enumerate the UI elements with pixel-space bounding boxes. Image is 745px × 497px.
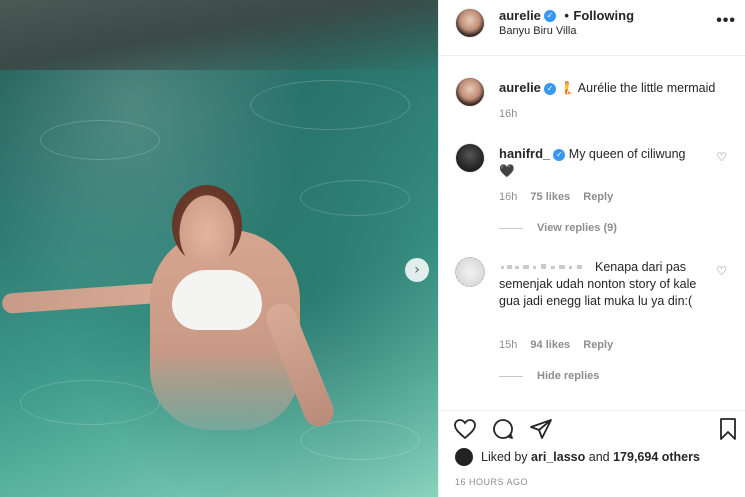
commenter-avatar-blurred[interactable]	[455, 257, 485, 287]
pool-edge	[0, 0, 438, 70]
reply-button[interactable]: Reply	[583, 339, 613, 351]
liked-by-row: Liked by ari_lasso and 179,694 others	[481, 450, 700, 464]
replies-divider	[499, 227, 523, 229]
header-title-row: aurelie ✓ • Following	[499, 7, 634, 25]
liked-by-prefix: Liked by	[481, 450, 528, 464]
verified-badge-icon: ✓	[553, 148, 566, 161]
comment-like-heart-icon[interactable]: ♡	[716, 264, 727, 278]
caption-author-avatar[interactable]	[455, 77, 485, 107]
chevron-right-icon[interactable]: ›	[405, 258, 429, 282]
post-photo[interactable]: ›	[0, 0, 438, 497]
reply-button[interactable]: Reply	[583, 191, 613, 203]
water-ripple	[250, 80, 410, 130]
water-ripple	[40, 120, 160, 160]
black-heart-emoji: 🖤	[499, 164, 515, 178]
more-options-icon[interactable]: •••	[716, 12, 736, 30]
water-ripple	[300, 180, 410, 216]
caption-timestamp: 16h	[499, 108, 518, 120]
follow-dot: •	[564, 8, 569, 23]
author-username[interactable]: aurelie	[499, 8, 541, 23]
likes-count[interactable]: 179,694 others	[613, 450, 700, 464]
person-arm-left	[1, 282, 173, 314]
caption-username[interactable]: aurelie	[499, 80, 541, 95]
post-timestamp[interactable]: 16 HOURS AGO	[455, 477, 528, 487]
comment-likes[interactable]: 75 likes	[530, 191, 570, 203]
bookmark-icon[interactable]	[716, 417, 740, 441]
verified-badge-icon: ✓	[543, 82, 556, 95]
caption: aurelie ✓ 🧜 Aurélie the little mermaid	[499, 79, 734, 97]
comment-like-heart-icon[interactable]: ♡	[716, 150, 727, 164]
view-replies-label: View replies (9)	[537, 222, 617, 234]
mermaid-emoji: 🧜	[559, 81, 575, 95]
comment-time: 16h	[499, 191, 518, 203]
comment-icon[interactable]	[491, 417, 515, 441]
caption-text: Aurélie the little mermaid	[577, 81, 716, 95]
view-replies-toggle[interactable]: View replies (9)	[499, 222, 617, 234]
heart-icon[interactable]	[453, 417, 477, 441]
comment-time: 15h	[499, 339, 518, 351]
post-details-panel: aurelie ✓ • Following Banyu Biru Villa ••…	[438, 0, 745, 497]
comment-username[interactable]: hanifrd_	[499, 146, 550, 161]
location-link[interactable]: Banyu Biru Villa	[499, 25, 576, 37]
verified-badge-icon: ✓	[543, 9, 556, 22]
following-button[interactable]: Following	[573, 8, 634, 23]
person-head	[172, 185, 242, 265]
replies-divider	[499, 375, 523, 377]
hide-replies-label: Hide replies	[537, 370, 600, 382]
hide-replies-toggle[interactable]: Hide replies	[499, 370, 599, 382]
action-bar	[439, 410, 745, 445]
comment-likes[interactable]: 94 likes	[530, 339, 570, 351]
liker-avatar[interactable]	[455, 448, 473, 466]
post-header: aurelie ✓ • Following Banyu Biru Villa ••…	[439, 0, 745, 56]
comment-2-text: Kenapa dari pas semenjak udah nonton sto…	[499, 260, 697, 308]
swimsuit	[172, 270, 262, 330]
liked-by-user[interactable]: ari_lasso	[531, 450, 585, 464]
comment-1: hanifrd_ ✓ My queen of ciliwung 🖤	[499, 145, 709, 180]
liked-by-and: and	[588, 450, 610, 464]
commenter-avatar[interactable]	[455, 143, 485, 173]
comment-text: My queen of ciliwung	[568, 147, 686, 161]
comment-2-meta: 15h 94 likes Reply	[499, 339, 623, 351]
author-avatar[interactable]	[455, 8, 485, 38]
water-ripple	[20, 380, 160, 425]
comment-1-meta: 16h 75 likes Reply	[499, 191, 623, 203]
share-icon[interactable]	[529, 417, 553, 441]
